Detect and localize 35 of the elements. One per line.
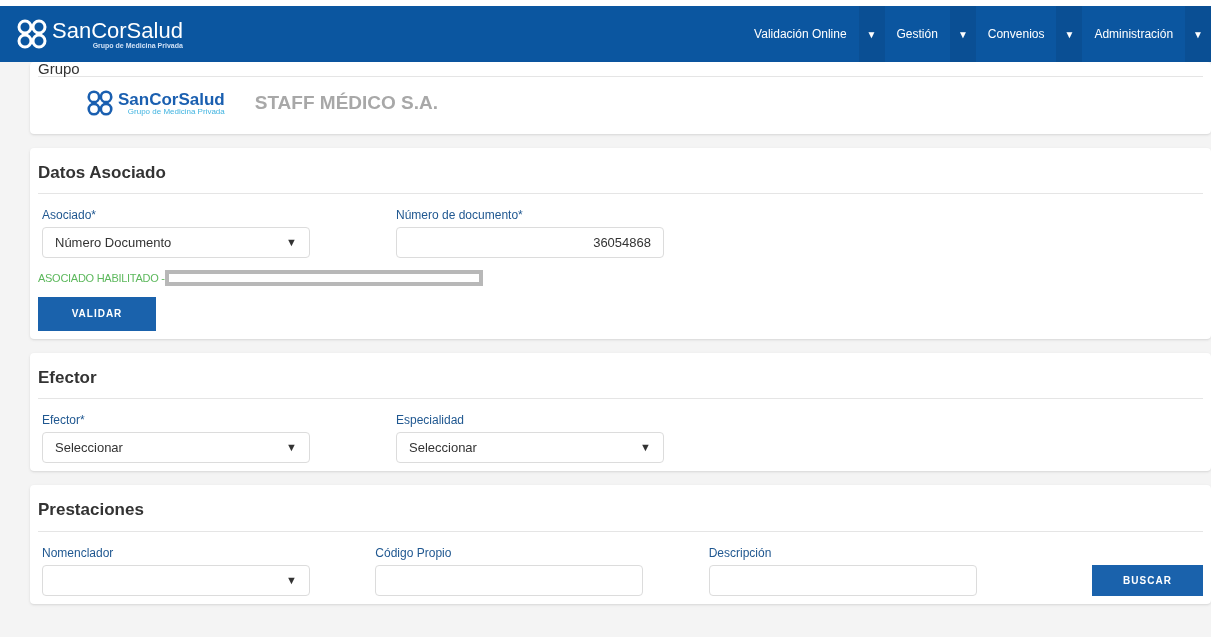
- input-field[interactable]: 36054868: [396, 227, 664, 258]
- field-label: Efector*: [42, 412, 86, 429]
- logo-icon: [16, 19, 48, 49]
- logo-tagline: Grupo de Medicina Privada: [127, 107, 225, 116]
- company-name: STAFF MÉDICO S.A.: [254, 91, 439, 115]
- nav-menu-item[interactable]: Gestión: [884, 25, 950, 43]
- select-field[interactable]: ▼: [42, 564, 310, 596]
- status-text: ASOCIADO HABILITADO -: [38, 271, 165, 286]
- section-title: Efector: [38, 364, 1203, 399]
- field-label: Número de documento*: [396, 207, 524, 224]
- logo-icon: [86, 90, 114, 117]
- field-label: Nomenclador: [42, 544, 115, 562]
- nav-menu-item[interactable]: Administración: [1082, 25, 1186, 43]
- dropdown-caret[interactable]: ▼: [1185, 6, 1211, 62]
- logo-name: SanCorSalud: [118, 90, 225, 108]
- input-field[interactable]: [375, 564, 644, 596]
- select-field[interactable]: Número Documento ▼: [42, 227, 310, 258]
- dropdown-caret[interactable]: ▼: [858, 6, 885, 62]
- validate-button[interactable]: VALIDAR: [38, 296, 156, 331]
- field-label: Descripción: [708, 544, 773, 562]
- dropdown-caret[interactable]: ▼: [1056, 6, 1083, 62]
- section-title: Prestaciones: [38, 497, 1203, 532]
- select-field[interactable]: Seleccionar ▼: [396, 432, 664, 463]
- logo-name: SanCorSalud: [52, 19, 183, 42]
- field-label: Asociado*: [42, 207, 98, 224]
- dropdown-caret[interactable]: ▼: [949, 6, 976, 62]
- input-field[interactable]: [708, 564, 977, 596]
- nav-menu-item[interactable]: Validación Online: [742, 25, 859, 43]
- field-label: Especialidad: [396, 412, 466, 429]
- section-title: Grupo: [38, 62, 1203, 77]
- section-title: Datos Asociado: [38, 159, 1203, 194]
- search-button[interactable]: BUSCAR: [1092, 564, 1203, 596]
- nav-menu-item[interactable]: Convenios: [975, 25, 1057, 43]
- select-field[interactable]: Seleccionar ▼: [42, 432, 310, 463]
- field-label: Código Propio: [375, 544, 453, 562]
